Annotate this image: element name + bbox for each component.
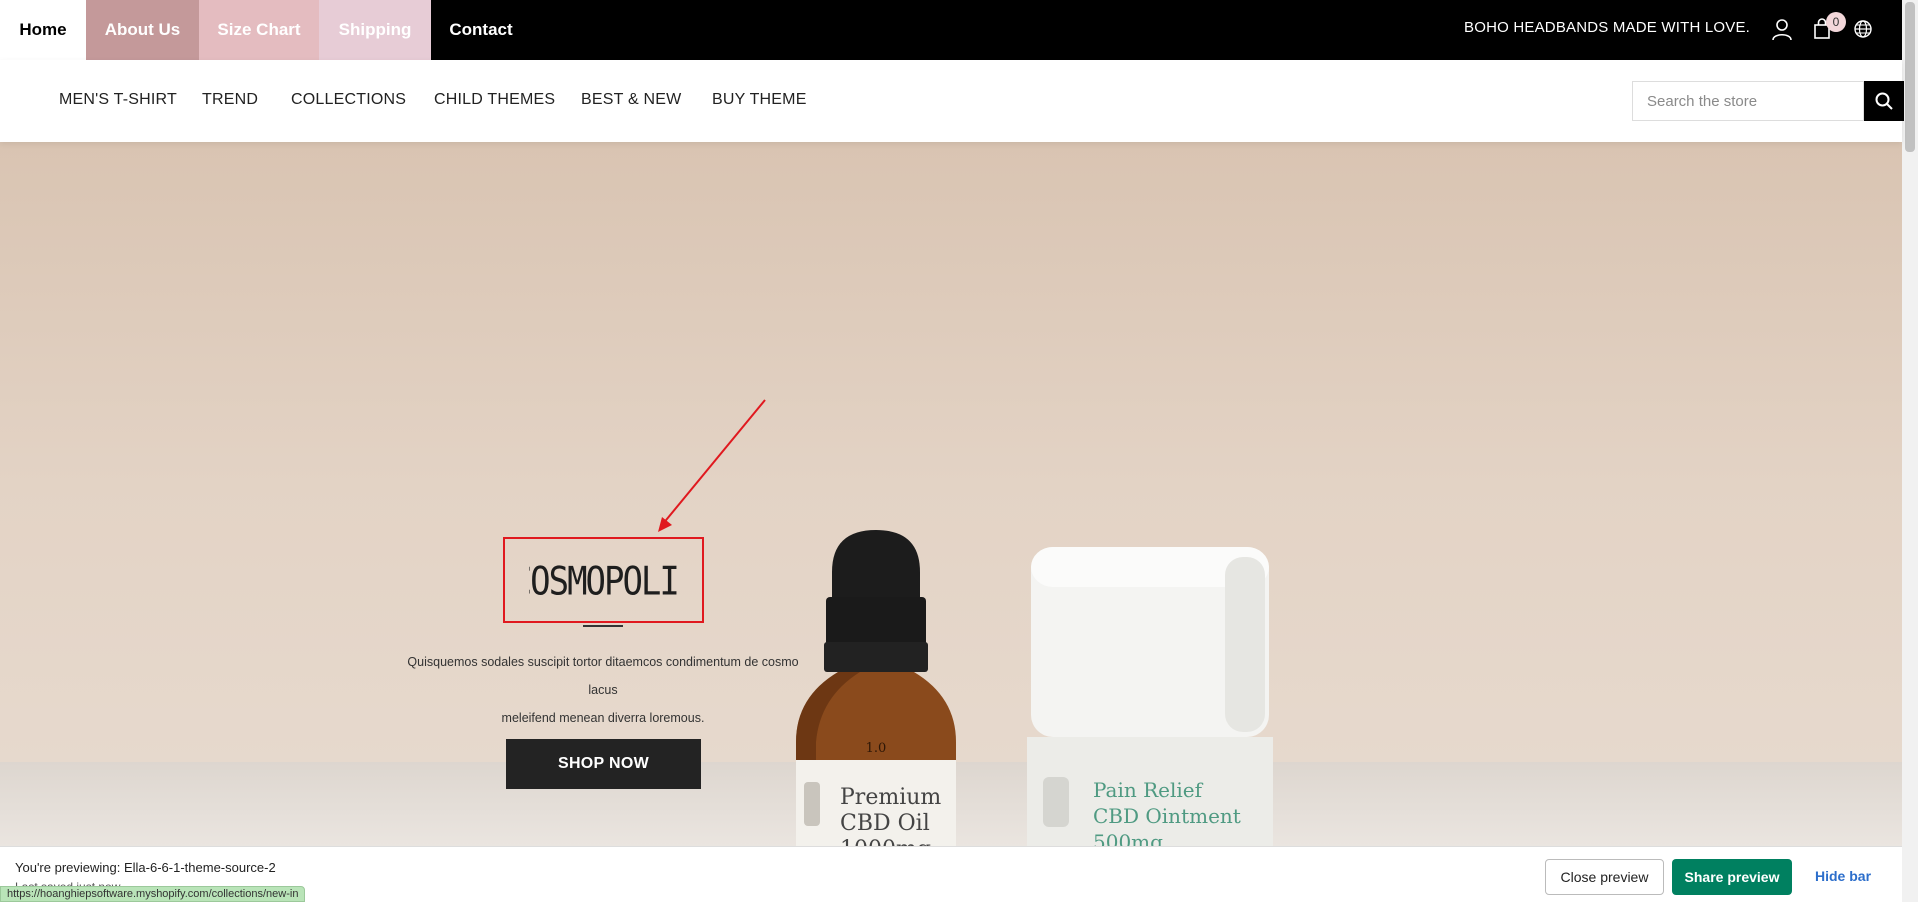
hero-description: Quisquemos sodales suscipit tortor ditae… (398, 648, 808, 732)
close-preview-button[interactable]: Close preview (1545, 859, 1664, 895)
main-nav: MEN'S T-SHIRT TREND COLLECTIONS CHILD TH… (0, 60, 1904, 142)
promo-message: BOHO HEADBANDS MADE WITH LOVE. (1464, 19, 1751, 36)
preview-theme-name: Ella-6-6-1-theme-source-2 (123, 860, 276, 875)
shop-now-button[interactable]: SHOP NOW (506, 739, 701, 789)
svg-text:COSMOPOLIS: COSMOPOLIS (529, 558, 679, 604)
share-preview-button[interactable]: Share preview (1672, 859, 1792, 895)
globe-icon[interactable] (1850, 16, 1876, 42)
top-bar: Home About Us Size Chart Shipping Contac… (0, 0, 1902, 60)
bottle-label-line1: Premium (840, 785, 941, 810)
jar-label-line1: Pain Relief (1093, 778, 1204, 802)
tab-about-us[interactable]: About Us (86, 0, 199, 60)
status-url-tooltip: https://hoanghiepsoftware.myshopify.com/… (0, 886, 306, 902)
tab-home[interactable]: Home (0, 0, 86, 60)
tab-contact[interactable]: Contact (431, 0, 531, 60)
nav-trend[interactable]: TREND (202, 91, 258, 109)
search-input[interactable] (1632, 81, 1864, 121)
search-icon (1875, 92, 1893, 110)
nav-collections[interactable]: COLLECTIONS (291, 91, 406, 109)
user-icon[interactable] (1769, 16, 1795, 42)
annotation-arrow (658, 399, 766, 532)
cart-count-badge: 0 (1826, 12, 1846, 32)
bottle-label-line2: CBD Oil (840, 811, 930, 836)
bottle-dropper-mark: 1.0 (866, 741, 887, 756)
hero-description-line2: meleifend menean diverra loremous. (501, 711, 705, 725)
preview-label: You're previewing: Ella-6-6-1-theme-sour… (15, 860, 276, 875)
nav-buy-theme[interactable]: BUY THEME (712, 91, 807, 109)
search-button[interactable] (1864, 81, 1904, 121)
nav-mens-tshirt[interactable]: MEN'S T-SHIRT (59, 91, 177, 109)
tab-shipping[interactable]: Shipping (319, 0, 431, 60)
hero-banner: 1.0 Premium CBD Oil 1000mg Pain Relief C… (0, 142, 1902, 902)
jar-label-line2: CBD Ointment (1093, 804, 1241, 828)
nav-child-themes[interactable]: CHILD THEMES (434, 91, 555, 109)
nav-best-new[interactable]: BEST & NEW (581, 91, 681, 109)
hero-description-line1: Quisquemos sodales suscipit tortor ditae… (407, 655, 799, 697)
tab-size-chart[interactable]: Size Chart (199, 0, 319, 60)
logo-underline (583, 625, 623, 627)
cosmopolis-logo: COSMOPOLIS (529, 558, 679, 604)
cbd-oil-bottle-image: 1.0 Premium CBD Oil 1000mg (796, 530, 956, 902)
scrollbar-thumb[interactable] (1905, 2, 1915, 152)
hide-bar-button[interactable]: Hide bar (1815, 868, 1871, 884)
